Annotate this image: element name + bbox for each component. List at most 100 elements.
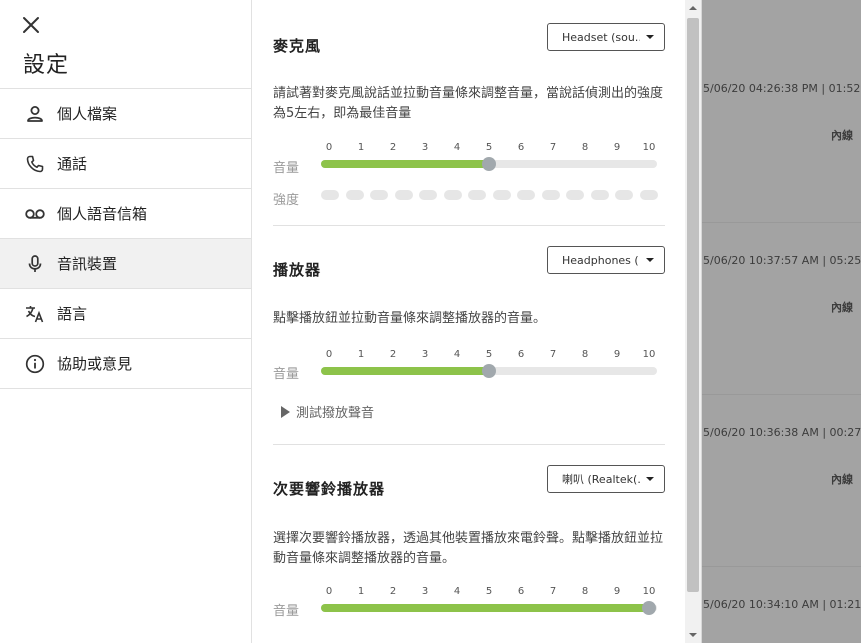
settings-nav: 個人檔案 通話 個人語音信箱 音訊裝置 語言 協助或意見 [0, 88, 251, 389]
scale-tick-label: 10 [642, 142, 656, 153]
slider-thumb[interactable] [482, 364, 496, 378]
strength-meter-segment [419, 190, 437, 200]
strength-meter-segment [345, 190, 364, 200]
scale-tick-label: 7 [549, 349, 557, 360]
strength-meter-segment [639, 190, 658, 200]
close-icon [23, 17, 39, 33]
sidebar-item-audio-devices[interactable]: 音訊裝置 [0, 238, 251, 288]
scale-tick-label: 8 [581, 586, 589, 597]
microphone-strength-meter [321, 190, 658, 200]
microphone-volume-slider[interactable] [321, 157, 657, 171]
secondary-ringer-volume-slider[interactable] [321, 601, 657, 615]
player-section: 播放器 Headphones (… 點擊播放鈕並拉動音量條來調整播放器的音量。 … [273, 226, 665, 444]
scale-tick-label: 9 [613, 586, 621, 597]
scale-tick-label: 4 [453, 586, 461, 597]
sidebar-item-help[interactable]: 協助或意見 [0, 338, 251, 389]
strength-meter-segment [468, 190, 486, 200]
selected-device: Headphones (… [562, 253, 640, 267]
sidebar-item-voicemail[interactable]: 個人語音信箱 [0, 188, 251, 238]
scale-tick-label: 2 [389, 349, 397, 360]
scale-tick-label: 6 [517, 142, 525, 153]
player-scale: 0 1 2 3 4 5 6 7 8 9 10 [321, 349, 657, 363]
phone-icon [24, 153, 46, 175]
scale-tick-label: 1 [357, 349, 365, 360]
volume-label: 音量 [273, 367, 300, 382]
slider-thumb[interactable] [642, 601, 656, 615]
close-button[interactable] [20, 14, 42, 36]
scale-tick-label: 0 [325, 349, 333, 360]
sidebar-item-label: 個人檔案 [57, 105, 118, 123]
slider-fill [321, 604, 649, 612]
player-volume-slider[interactable] [321, 364, 657, 378]
info-icon [24, 353, 46, 375]
scale-tick-label: 4 [453, 349, 461, 360]
scale-tick-label: 9 [613, 349, 621, 360]
scale-tick-label: 7 [549, 586, 557, 597]
scale-tick-label: 0 [325, 586, 333, 597]
selected-device: 喇叭 (Realtek(… [562, 473, 640, 486]
audio-settings-panel: 麥克風 Headset (sou… 請試著對麥克風說話並拉動音量條來調整音量，當… [252, 0, 701, 643]
scroll-thumb[interactable] [687, 18, 699, 592]
sidebar-item-profile[interactable]: 個人檔案 [0, 88, 251, 138]
sidebar-item-label: 通話 [57, 155, 88, 173]
volume-label: 音量 [273, 161, 300, 176]
microphone-scale: 0 1 2 3 4 5 6 7 8 9 10 [321, 142, 657, 156]
secondary-ringer-device-select[interactable]: 喇叭 (Realtek(… [547, 465, 665, 493]
strength-meter-segment [370, 190, 388, 200]
test-sound-button[interactable]: 測試撥放聲音 [281, 402, 374, 421]
scale-tick-label: 3 [421, 142, 429, 153]
scale-tick-label: 3 [421, 349, 429, 360]
secondary-ringer-scale: 0 1 2 3 4 5 6 7 8 9 10 [321, 586, 657, 600]
scroll-up-arrow[interactable] [685, 0, 701, 16]
scale-tick-label: 10 [642, 349, 656, 360]
chevron-down-icon [646, 258, 654, 262]
scale-tick-label: 4 [453, 142, 461, 153]
sidebar-item-label: 語言 [57, 305, 88, 323]
settings-title: 設定 [23, 53, 70, 78]
player-device-select[interactable]: Headphones (… [547, 246, 665, 274]
microphone-title: 麥克風 [273, 37, 322, 55]
call-log-divider [701, 394, 861, 395]
strength-meter-segment [492, 190, 511, 200]
strength-meter-segment [394, 190, 413, 200]
microphone-device-select[interactable]: Headset (sou… [547, 23, 665, 51]
player-title: 播放器 [273, 261, 322, 279]
scale-tick-label: 5 [485, 349, 493, 360]
slider-fill [321, 367, 489, 375]
scale-tick-label: 8 [581, 142, 589, 153]
strength-label: 強度 [273, 193, 300, 208]
test-sound-label: 測試撥放聲音 [296, 406, 375, 421]
strength-meter-segment [566, 190, 584, 200]
settings-modal: 設定 個人檔案 通話 個人語音信箱 音訊裝置 語言 協助或意見 麥克風 Head… [0, 0, 702, 643]
scale-tick-label: 6 [517, 349, 525, 360]
chevron-down-icon [646, 35, 654, 39]
sidebar-item-calls[interactable]: 通話 [0, 138, 251, 188]
strength-meter-segment [321, 190, 339, 200]
scale-tick-label: 7 [549, 142, 557, 153]
voicemail-icon [24, 203, 46, 225]
scroll-down-arrow[interactable] [685, 627, 701, 643]
translate-icon [24, 303, 46, 325]
call-log-divider [701, 222, 861, 223]
scale-tick-label: 6 [517, 586, 525, 597]
sidebar-item-language[interactable]: 語言 [0, 288, 251, 338]
person-icon [24, 103, 46, 125]
scale-tick-label: 9 [613, 142, 621, 153]
slider-thumb[interactable] [482, 157, 496, 171]
call-log-divider [701, 566, 861, 567]
scale-tick-label: 1 [357, 586, 365, 597]
strength-meter-segment [590, 190, 609, 200]
call-log-direction: 內線 [831, 473, 853, 486]
scale-tick-label: 5 [485, 142, 493, 153]
call-log-time: 5/06/20 10:34:10 AM | 01:21 [703, 598, 861, 611]
player-description: 點擊播放鈕並拉動音量條來調整播放器的音量。 [273, 311, 547, 326]
strength-meter-segment [443, 190, 462, 200]
scale-tick-label: 0 [325, 142, 333, 153]
call-log-time: 5/06/20 10:36:38 AM | 00:27 [703, 426, 861, 439]
scale-tick-label: 2 [389, 586, 397, 597]
scale-tick-label: 3 [421, 586, 429, 597]
call-log-direction: 內線 [831, 301, 853, 314]
sidebar-item-label: 個人語音信箱 [57, 205, 148, 223]
microphone-description: 請試著對麥克風說話並拉動音量條來調整音量，當說話偵測出的強度為5左右，即為最佳音… [273, 86, 664, 121]
scrollbar[interactable] [685, 0, 701, 643]
